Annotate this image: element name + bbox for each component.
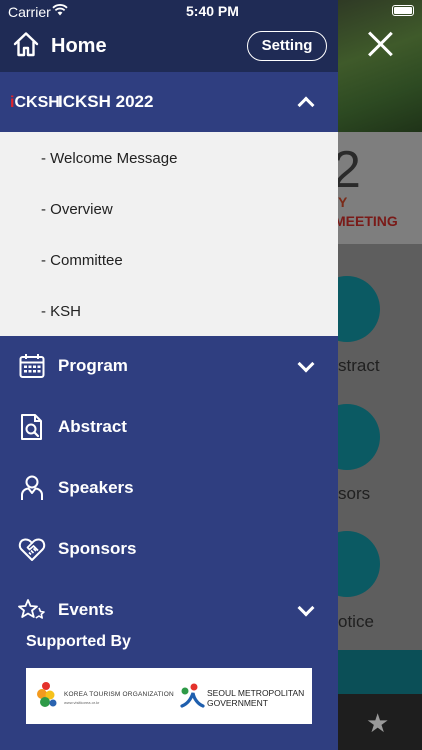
chevron-down-icon[interactable] xyxy=(297,355,315,373)
menu-item-speakers[interactable]: Speakers xyxy=(0,458,338,518)
background-app: 2 Y MEETING stract sors otice ★ xyxy=(338,0,422,750)
chevron-down-icon[interactable] xyxy=(297,599,315,617)
setting-button[interactable]: Setting xyxy=(247,31,327,61)
sponsor-logos: KOREA TOURISM ORGANIZATION www.visitkore… xyxy=(26,668,312,724)
abstract-shortcut-label: stract xyxy=(338,356,380,375)
sponsors-shortcut-label: sors xyxy=(338,484,371,503)
submenu-item-ksh[interactable]: - KSH xyxy=(41,303,81,320)
supported-by-heading: Supported By xyxy=(26,633,131,650)
abstract-shortcut-button[interactable] xyxy=(338,276,380,342)
kto-name: KOREA TOURISM ORGANIZATION xyxy=(64,691,174,698)
wifi-icon xyxy=(52,4,68,16)
menu-item-sponsors[interactable]: Sponsors xyxy=(0,519,338,579)
footer-band xyxy=(338,650,422,694)
logo-text: CKSH xyxy=(14,94,60,111)
seoul-name: SEOUL METROPOLITAN GOVERNMENT xyxy=(207,688,304,708)
kto-url: www.visitkorea.or.kr xyxy=(64,700,100,705)
menu-label-speakers: Speakers xyxy=(58,478,134,497)
submenu-item-overview[interactable]: - Overview xyxy=(41,201,113,218)
menu-label-program: Program xyxy=(58,356,128,375)
navigation-drawer: Home Setting iCKSH ICKSH 2022 - Welcome … xyxy=(0,0,338,750)
close-icon[interactable] xyxy=(366,30,394,58)
calendar-icon xyxy=(19,354,45,378)
menu-item-abstract[interactable]: Abstract xyxy=(0,397,338,457)
notice-shortcut-label: otice xyxy=(338,612,374,631)
submenu-item-committee[interactable]: - Committee xyxy=(41,252,123,269)
menu-item-program[interactable]: Program xyxy=(0,336,338,396)
section-icksh-2022-header[interactable]: iCKSH ICKSH 2022 xyxy=(0,72,338,132)
battery-icon xyxy=(392,5,414,16)
menu-label-events: Events xyxy=(58,600,114,619)
kto-logo-icon xyxy=(37,682,57,707)
menu-label-sponsors: Sponsors xyxy=(58,539,137,558)
sponsors-shortcut-button[interactable] xyxy=(338,404,380,470)
submenu-item-welcome-message[interactable]: - Welcome Message xyxy=(41,150,177,167)
section-submenu: - Welcome Message - Overview - Committee… xyxy=(0,132,338,336)
banner-number: 2 xyxy=(338,141,361,199)
banner-meeting-text: MEETING xyxy=(338,213,398,229)
home-icon[interactable] xyxy=(12,30,40,58)
handshake-heart-icon xyxy=(18,538,46,561)
icksh-logo: iCKSH xyxy=(10,94,60,112)
banner-fragment: Y xyxy=(338,194,348,210)
home-link[interactable]: Home xyxy=(51,35,107,58)
menu-label-abstract: Abstract xyxy=(58,417,127,436)
document-search-icon xyxy=(21,414,42,440)
stars-icon xyxy=(18,599,45,619)
seoul-name-line1: SEOUL METROPOLITAN xyxy=(207,688,305,698)
carrier-label: Carrier xyxy=(8,4,51,20)
section-title: ICKSH 2022 xyxy=(58,92,154,111)
clock: 5:40 PM xyxy=(186,3,239,19)
chevron-up-icon[interactable] xyxy=(297,96,315,114)
notice-shortcut-button[interactable] xyxy=(338,531,380,597)
person-icon xyxy=(21,475,43,500)
star-icon[interactable]: ★ xyxy=(366,708,389,739)
seoul-name-line2: GOVERNMENT xyxy=(207,698,268,708)
menu-item-events[interactable]: Events xyxy=(0,580,338,628)
status-bar: Carrier 5:40 PM xyxy=(0,0,422,24)
seoul-logo-icon xyxy=(180,683,205,708)
